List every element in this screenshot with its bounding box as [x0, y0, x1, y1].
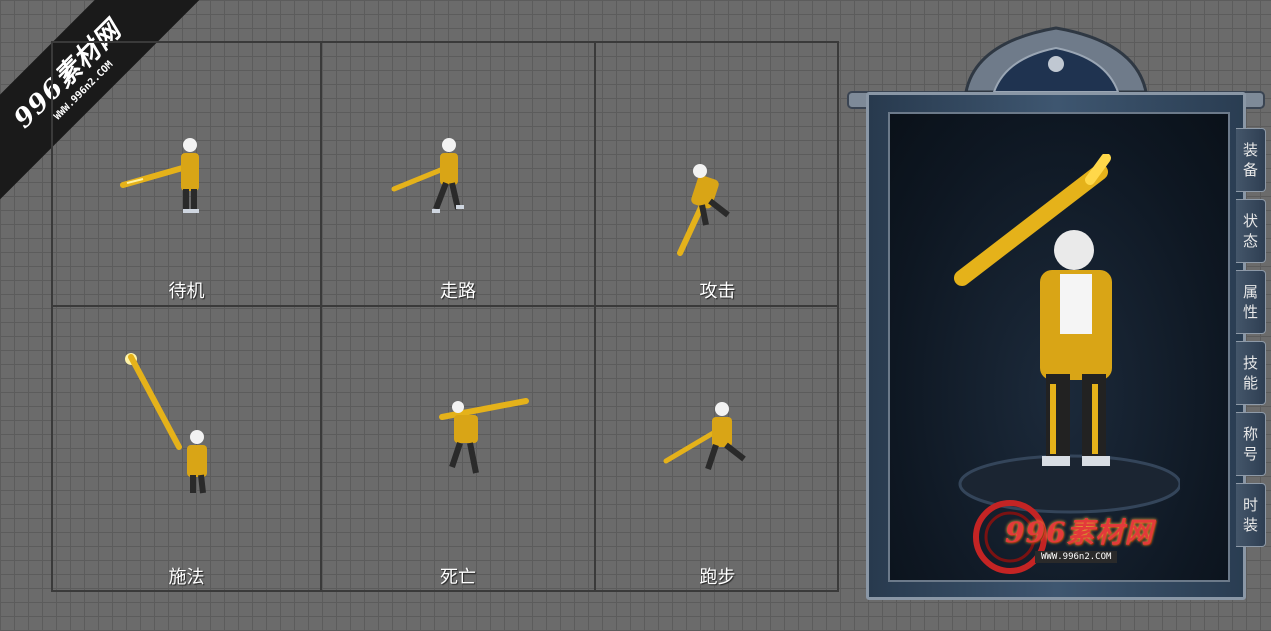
- animation-label: 待机: [168, 281, 205, 302]
- brand-url: WWW.996n2.COM: [1035, 551, 1118, 563]
- animation-label: 走路: [440, 281, 476, 302]
- tab-attributes[interactable]: 属性: [1236, 270, 1266, 334]
- character-sprite-attack: [677, 164, 730, 256]
- animation-label: 死亡: [440, 567, 476, 588]
- tab-fashion[interactable]: 时装: [1236, 483, 1266, 547]
- tab-equipment[interactable]: 装备: [1236, 128, 1266, 192]
- character-sprite-death: [439, 398, 529, 474]
- character-sprite-cast: [125, 353, 207, 494]
- tab-skills[interactable]: 技能: [1236, 341, 1266, 405]
- animation-cell-attack[interactable]: 攻击: [596, 43, 839, 307]
- brand-logo: 996素材网 WWW.996n2.COM: [965, 497, 1165, 577]
- animation-cell-run[interactable]: 跑步: [596, 307, 839, 592]
- tab-titles[interactable]: 称号: [1236, 412, 1266, 476]
- animation-cell-cast[interactable]: 施法: [53, 307, 322, 592]
- animation-cell-walk[interactable]: 走路: [322, 43, 596, 307]
- animation-cell-idle[interactable]: 待机: [53, 43, 322, 307]
- character-sprite-run: [663, 402, 746, 470]
- brand-name: 996素材网: [1005, 516, 1154, 549]
- character-sprite-walk: [391, 138, 464, 213]
- animation-label: 跑步: [699, 567, 736, 588]
- tab-status[interactable]: 状态: [1236, 199, 1266, 263]
- animation-grid: 待机 走路 攻击 施法 死亡 跑步: [51, 41, 839, 592]
- character-sprite-idle: [120, 138, 199, 213]
- animation-cell-death[interactable]: 死亡: [322, 307, 596, 592]
- animation-label: 施法: [168, 567, 205, 588]
- panel-tabs: 装备 状态 属性 技能 称号 时装: [1236, 128, 1266, 554]
- animation-label: 攻击: [699, 281, 736, 302]
- character-model: [954, 154, 1180, 514]
